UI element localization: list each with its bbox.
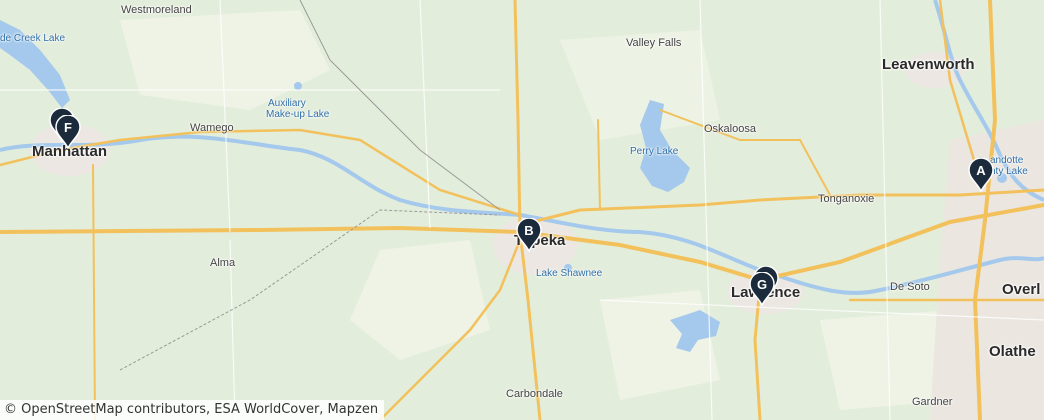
lake-label-wyandotte-2: nty Lake <box>990 166 1028 177</box>
place-label-oskaloosa: Oskaloosa <box>704 123 756 135</box>
map-marker-a[interactable]: A <box>968 158 994 192</box>
city-label-overland-park: Overl <box>1002 281 1041 298</box>
lake-label-tuttle-creek: de Creek Lake <box>0 33 66 44</box>
map-canvas[interactable]: Westmoreland de Creek Lake Manhattan Wam… <box>0 0 1044 420</box>
map-marker-f[interactable]: F <box>55 115 81 149</box>
marker-label: A <box>976 163 986 178</box>
lake-label-auxiliary-1: Auxiliary <box>268 98 306 109</box>
marker-label: B <box>524 223 534 238</box>
lake-label-shawnee: Lake Shawnee <box>536 268 603 279</box>
place-label-alma: Alma <box>210 257 236 269</box>
map-marker-g[interactable]: G <box>749 272 775 306</box>
place-label-westmoreland: Westmoreland <box>121 4 192 16</box>
lake-label-auxiliary-2: Make-up Lake <box>266 109 330 120</box>
marker-label: G <box>756 277 768 292</box>
city-label-olathe: Olathe <box>989 343 1036 360</box>
lake-label-wyandotte-1: andotte <box>990 155 1024 166</box>
city-label-leavenworth: Leavenworth <box>882 56 975 73</box>
lake-label-perry: Perry Lake <box>630 146 679 157</box>
map-attribution[interactable]: © OpenStreetMap contributors, ESA WorldC… <box>0 400 385 420</box>
place-label-tonganoxie: Tonganoxie <box>818 193 875 205</box>
marker-label: F <box>64 120 72 135</box>
place-label-gardner: Gardner <box>912 396 953 408</box>
map-marker-b[interactable]: B <box>516 218 542 252</box>
place-label-wamego: Wamego <box>190 122 234 134</box>
place-label-carbondale: Carbondale <box>506 388 563 400</box>
place-label-valley-falls: Valley Falls <box>626 37 682 49</box>
place-label-de-soto: De Soto <box>890 281 930 293</box>
